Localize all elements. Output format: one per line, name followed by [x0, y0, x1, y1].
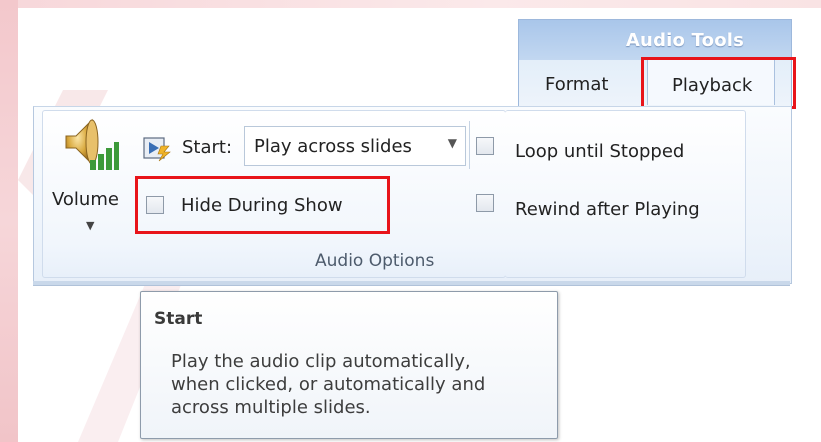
rewind-after-playing-checkbox[interactable]: [476, 194, 494, 212]
tooltip-line: across multiple slides.: [171, 397, 371, 418]
loop-until-stopped-checkbox[interactable]: [476, 137, 494, 155]
hide-during-show-checkbox[interactable]: [146, 196, 164, 214]
ribbon-bottom-edge: [33, 281, 790, 286]
tooltip-line: Play the audio clip automatically,: [171, 351, 471, 372]
audio-tools-contextual-header: Audio Tools: [518, 19, 792, 62]
loop-until-stopped-label[interactable]: Loop until Stopped: [515, 141, 684, 162]
tooltip-title: Start: [154, 309, 203, 329]
audio-options-group-label: Audio Options: [315, 251, 435, 271]
tooltip-line: when clicked, or automatically and: [171, 374, 486, 395]
audio-options-group-right: [505, 110, 746, 278]
audio-tools-title: Audio Tools: [625, 30, 745, 51]
speaker-volume-icon[interactable]: [62, 116, 120, 176]
play-start-icon: [143, 137, 171, 162]
start-tooltip: Start Play the audio clip automatically,…: [140, 291, 558, 439]
volume-dropdown-arrow-icon[interactable]: ▼: [86, 219, 94, 232]
start-label: Start:: [182, 137, 233, 158]
start-dropdown-value: Play across slides: [254, 136, 412, 157]
tab-format[interactable]: Format: [545, 74, 608, 95]
volume-label[interactable]: Volume: [52, 189, 119, 210]
dropdown-separator: [469, 121, 470, 169]
tooltip-body: Play the audio clip automatically, when …: [171, 350, 485, 419]
left-background-stripe: [0, 0, 18, 442]
hide-during-show-label[interactable]: Hide During Show: [181, 195, 343, 216]
rewind-after-playing-label[interactable]: Rewind after Playing: [515, 199, 700, 220]
start-dropdown[interactable]: Play across slides ▼: [244, 126, 466, 166]
top-background-band: [0, 0, 821, 8]
chevron-down-icon[interactable]: ▼: [448, 136, 457, 150]
tab-playback[interactable]: Playback: [672, 75, 752, 96]
